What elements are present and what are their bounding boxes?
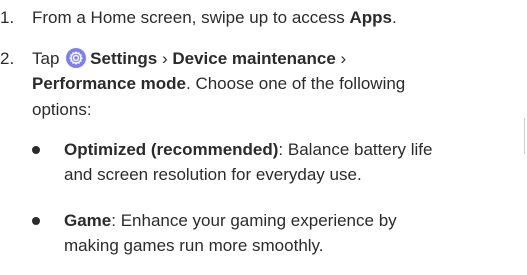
- separator: ›: [335, 49, 347, 68]
- step-text-prefix: From a Home screen, swipe up to access: [32, 8, 350, 27]
- option-line: making games run more smoothly.: [64, 235, 524, 256]
- bullet-dot: [32, 217, 40, 225]
- step-number: 1.: [0, 8, 15, 27]
- step-text-choose: . Choose one of the following: [186, 74, 406, 94]
- step-text: From a Home screen, swipe up to access A…: [32, 7, 520, 28]
- step-line: options:: [32, 99, 520, 120]
- page-edge-mark: [524, 118, 525, 154]
- option-text: Game: Enhance your gaming experience by …: [64, 210, 524, 257]
- option-desc: making games run more smoothly.: [64, 236, 324, 256]
- apps-label: Apps: [349, 8, 392, 27]
- tap-word: Tap: [32, 49, 60, 68]
- step-text-suffix: .: [391, 8, 397, 27]
- bullet-dot: [32, 146, 40, 154]
- option-desc: and screen resolution for everyday use.: [64, 165, 362, 185]
- option-line: Optimized (recommended): Balance battery…: [64, 139, 524, 160]
- performance-mode-label: Performance mode: [32, 74, 186, 94]
- gear-icon: [66, 48, 87, 68]
- option-line: Game: Enhance your gaming experience by: [64, 210, 524, 231]
- step-line: Tap Settings › Device maintenance ›: [32, 48, 520, 69]
- option-desc: : Balance battery life: [278, 140, 433, 159]
- option-text: Optimized (recommended): Balance battery…: [64, 139, 524, 186]
- step-text-options: options:: [32, 99, 92, 119]
- device-maintenance-label: Device maintenance: [172, 49, 336, 68]
- step-number: 2.: [0, 49, 15, 68]
- step-text: Tap Settings › Device maintenance › Perf…: [32, 48, 520, 120]
- option-name: Optimized (recommended): [64, 140, 279, 159]
- step-line: Performance mode. Choose one of the foll…: [32, 73, 520, 94]
- settings-label: Settings: [90, 49, 158, 68]
- option-line: and screen resolution for everyday use.: [64, 164, 524, 185]
- option-name: Game: [64, 211, 112, 230]
- separator: ›: [157, 49, 173, 68]
- option-desc: : Enhance your gaming experience by: [111, 211, 397, 230]
